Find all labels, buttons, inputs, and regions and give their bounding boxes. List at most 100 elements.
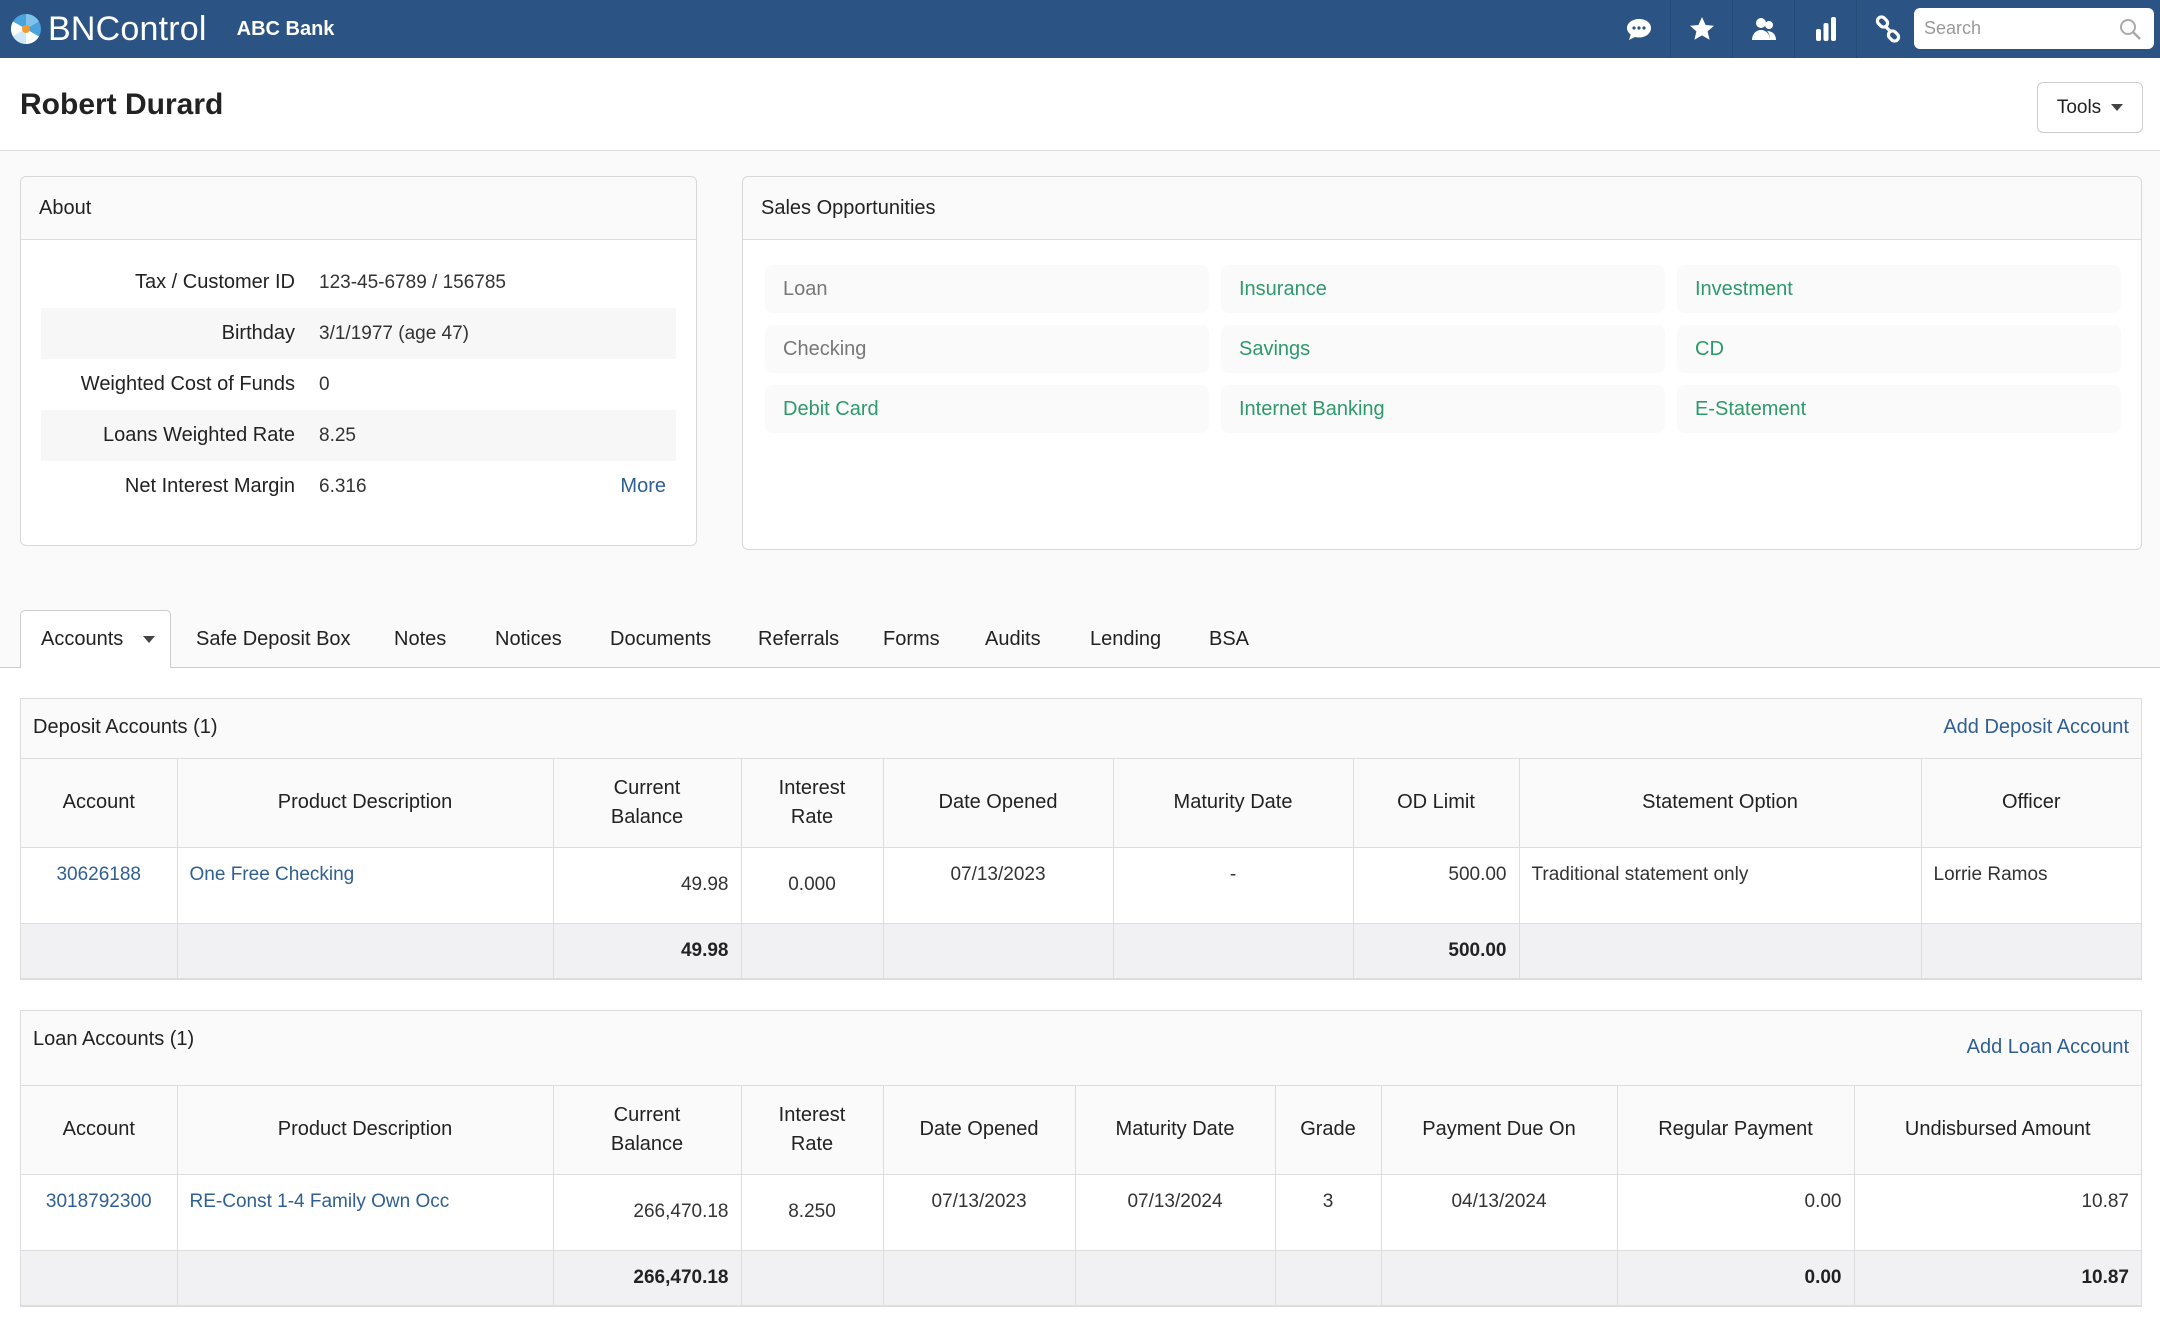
search-box[interactable] bbox=[1914, 8, 2154, 49]
column-header[interactable]: Current Balance bbox=[553, 759, 742, 848]
sales-grid: Loan Insurance Investment Checking Savin… bbox=[765, 265, 2121, 433]
deposit-panel-header: Deposit Accounts (1) Add Deposit Account bbox=[21, 699, 2141, 759]
sales-item-internet-banking[interactable]: Internet Banking bbox=[1221, 385, 1665, 433]
column-header[interactable]: Undisbursed Amount bbox=[1854, 1086, 2141, 1175]
column-header[interactable]: Regular Payment bbox=[1617, 1086, 1855, 1175]
column-header[interactable]: Product Description bbox=[177, 1086, 554, 1175]
tab-bsa[interactable]: BSA bbox=[1199, 610, 1259, 668]
column-header[interactable]: Date Opened bbox=[883, 1086, 1076, 1175]
page-header: Robert Durard Tools bbox=[0, 58, 2160, 151]
sales-item-cd[interactable]: CD bbox=[1677, 325, 2121, 373]
about-label: Loans Weighted Rate bbox=[103, 424, 295, 446]
column-header[interactable]: Grade bbox=[1275, 1086, 1382, 1175]
column-header[interactable]: Maturity Date bbox=[1113, 759, 1354, 848]
brand-logo-icon bbox=[10, 13, 41, 45]
links-button[interactable] bbox=[1856, 0, 1918, 58]
tab-lending[interactable]: Lending bbox=[1080, 610, 1171, 668]
add-deposit-account-link[interactable]: Add Deposit Account bbox=[1943, 716, 2129, 739]
brand-name: BNControl bbox=[48, 9, 207, 48]
sales-item-insurance[interactable]: Insurance bbox=[1221, 265, 1665, 313]
table-row: 30626188 One Free Checking 49.98 0.000 0… bbox=[21, 847, 2141, 924]
tools-dropdown-button[interactable]: Tools bbox=[2037, 82, 2143, 133]
brand[interactable]: BNControl bbox=[10, 10, 207, 49]
net-interest-margin-link[interactable]: 6.316 bbox=[319, 476, 367, 498]
column-header[interactable]: Account bbox=[21, 1086, 178, 1175]
caret-down-icon[interactable] bbox=[143, 636, 156, 643]
messages-button[interactable] bbox=[1608, 0, 1670, 58]
column-header[interactable]: Account bbox=[21, 759, 178, 848]
favorites-button[interactable] bbox=[1670, 0, 1732, 58]
current-balance: 49.98 bbox=[553, 847, 742, 924]
tab-forms[interactable]: Forms bbox=[873, 610, 950, 668]
about-value: 3/1/1977 (age 47) bbox=[319, 322, 470, 344]
column-header[interactable]: Interest Rate bbox=[741, 759, 884, 848]
undisbursed-amount: 10.87 bbox=[1854, 1174, 2141, 1251]
account-number-link[interactable]: 3018792300 bbox=[46, 1191, 152, 1212]
loan-panel-header: Loan Accounts (1) Add Loan Account bbox=[21, 1011, 2141, 1086]
sales-item-investment[interactable]: Investment bbox=[1677, 265, 2121, 313]
interest-rate: 8.250 bbox=[741, 1174, 884, 1251]
account-number-link[interactable]: 30626188 bbox=[56, 864, 141, 885]
date-opened: 07/13/2023 bbox=[883, 1174, 1076, 1251]
about-row-cost-of-funds: Weighted Cost of Funds 0 bbox=[41, 359, 676, 410]
search-icon[interactable] bbox=[2118, 17, 2142, 41]
date-opened: 07/13/2023 bbox=[883, 847, 1114, 924]
maturity-date: 07/13/2024 bbox=[1075, 1174, 1276, 1251]
column-header[interactable]: Payment Due On bbox=[1381, 1086, 1618, 1175]
deposit-panel-title: Deposit Accounts (1) bbox=[33, 716, 218, 738]
tab-accounts[interactable]: Accounts bbox=[20, 610, 171, 669]
column-header[interactable]: OD Limit bbox=[1353, 759, 1520, 848]
about-row-birthday: Birthday 3/1/1977 (age 47) bbox=[41, 308, 676, 359]
about-label: Weighted Cost of Funds bbox=[80, 373, 295, 395]
tab-notices[interactable]: Notices bbox=[485, 610, 572, 668]
page-title: Robert Durard bbox=[20, 88, 224, 121]
loan-accounts-panel: Loan Accounts (1) Add Loan Account Accou… bbox=[20, 1010, 2142, 1307]
sales-item-checking: Checking bbox=[765, 325, 1209, 373]
tab-safe-deposit-box[interactable]: Safe Deposit Box bbox=[186, 610, 361, 668]
column-header[interactable]: Officer bbox=[1921, 759, 2141, 848]
sales-card-title: Sales Opportunities bbox=[743, 177, 2141, 240]
total-regular-payment: 0.00 bbox=[1617, 1250, 1855, 1306]
bank-name: ABC Bank bbox=[236, 17, 335, 40]
payment-due-on: 04/13/2024 bbox=[1381, 1174, 1618, 1251]
add-loan-account-link[interactable]: Add Loan Account bbox=[1967, 1036, 2129, 1059]
product-description-link[interactable]: RE-Const 1-4 Family Own Occ bbox=[190, 1191, 450, 1212]
tab-notes[interactable]: Notes bbox=[384, 610, 456, 668]
caret-down-icon bbox=[2111, 104, 2124, 111]
interest-rate: 0.000 bbox=[741, 847, 884, 924]
top-navbar: BNControl ABC Bank bbox=[0, 0, 2160, 58]
about-row-net-interest-margin: Net Interest Margin 6.316 More bbox=[41, 461, 676, 512]
chat-icon bbox=[1627, 19, 1651, 40]
tab-documents[interactable]: Documents bbox=[600, 610, 721, 668]
column-header[interactable]: Current Balance bbox=[553, 1086, 742, 1175]
column-header[interactable]: Maturity Date bbox=[1075, 1086, 1276, 1175]
search-input[interactable] bbox=[1924, 18, 2104, 39]
column-header[interactable]: Statement Option bbox=[1519, 759, 1922, 848]
about-more-link[interactable]: More bbox=[620, 475, 666, 498]
sales-item-e-statement[interactable]: E-Statement bbox=[1677, 385, 2121, 433]
tab-bar: Accounts Safe Deposit Box Notes Notices … bbox=[0, 610, 2160, 669]
about-label: Birthday bbox=[221, 322, 295, 344]
customers-button[interactable] bbox=[1732, 0, 1794, 58]
sales-item-loan: Loan bbox=[765, 265, 1209, 313]
about-card-title: About bbox=[21, 177, 696, 240]
tab-referrals[interactable]: Referrals bbox=[748, 610, 849, 668]
star-icon bbox=[1689, 17, 1714, 40]
reports-button[interactable] bbox=[1794, 0, 1856, 58]
about-value: 123-45-6789 / 156785 bbox=[319, 271, 506, 293]
sales-item-savings[interactable]: Savings bbox=[1221, 325, 1665, 373]
current-balance: 266,470.18 bbox=[553, 1174, 742, 1251]
loan-panel-title: Loan Accounts (1) bbox=[33, 1028, 195, 1050]
column-header[interactable]: Product Description bbox=[177, 759, 554, 848]
column-header[interactable]: Interest Rate bbox=[741, 1086, 884, 1175]
table-row: 3018792300 RE-Const 1-4 Family Own Occ 2… bbox=[21, 1174, 2141, 1251]
column-header[interactable]: Date Opened bbox=[883, 759, 1114, 848]
product-description-link[interactable]: One Free Checking bbox=[190, 864, 355, 885]
deposit-accounts-panel: Deposit Accounts (1) Add Deposit Account… bbox=[20, 698, 2142, 980]
totals-row: 49.98 500.00 bbox=[21, 923, 2141, 979]
link-icon bbox=[1875, 15, 1900, 43]
tab-audits[interactable]: Audits bbox=[975, 610, 1051, 668]
about-row-tax-id: Tax / Customer ID 123-45-6789 / 156785 bbox=[41, 257, 676, 308]
sales-item-debit-card[interactable]: Debit Card bbox=[765, 385, 1209, 433]
grade: 3 bbox=[1275, 1174, 1382, 1251]
